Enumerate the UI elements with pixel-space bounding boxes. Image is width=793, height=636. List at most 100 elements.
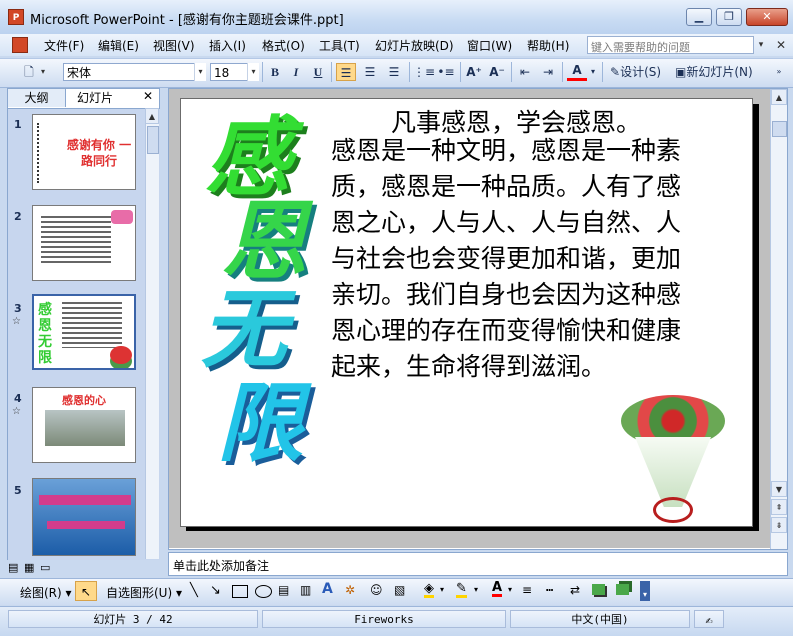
help-dropdown-button[interactable]: ▾: [755, 36, 767, 54]
shrink-font-button[interactable]: A⁻: [487, 63, 507, 81]
3d-style-icon[interactable]: [616, 584, 629, 595]
menu-file[interactable]: 文件(F): [44, 37, 84, 54]
underline-button[interactable]: U: [309, 63, 327, 81]
slide-thumbnail-1[interactable]: 感谢有你 一路同行: [32, 114, 136, 190]
close-pane-button[interactable]: ✕: [143, 89, 153, 103]
menu-insert[interactable]: 插入(I): [209, 37, 246, 54]
italic-button[interactable]: I: [287, 63, 305, 81]
menu-format[interactable]: 格式(O): [262, 37, 305, 54]
slide-thumbnail-3-selected[interactable]: 感恩无限: [32, 294, 136, 370]
oval-icon[interactable]: [255, 585, 272, 598]
menu-tools[interactable]: 工具(T): [319, 37, 360, 54]
font-size-field[interactable]: 18: [210, 63, 248, 81]
notes-pane[interactable]: 单击此处添加备注: [168, 552, 788, 576]
minimize-button[interactable]: ▁: [686, 8, 712, 26]
scroll-up-icon[interactable]: ▲: [771, 89, 787, 105]
spellcheck-icon[interactable]: ✍: [694, 610, 724, 628]
powerpoint-app-icon[interactable]: P: [8, 9, 24, 25]
slide-thumbnail-5[interactable]: [32, 478, 136, 556]
toolbar-separator: [460, 62, 461, 82]
vertical-title-char: 限: [217, 374, 303, 474]
new-document-icon[interactable]: 🗋: [20, 63, 38, 81]
next-slide-icon[interactable]: ⇟: [771, 517, 787, 533]
line-color-dropdown-icon[interactable]: ▾: [474, 585, 478, 594]
align-left-icon[interactable]: ☰: [336, 63, 356, 81]
draw-label: 绘图(R): [20, 586, 62, 600]
bold-button[interactable]: B: [266, 63, 284, 81]
toolbar-separator: [409, 62, 410, 82]
rectangle-icon[interactable]: [232, 585, 248, 598]
diagram-icon[interactable]: ✲: [345, 583, 355, 597]
tab-outline[interactable]: 大纲: [8, 89, 66, 107]
design-button[interactable]: ✎设计(S): [610, 63, 668, 81]
thumbnail-title: 感恩的心: [62, 394, 106, 407]
font-size-dropdown-icon[interactable]: ▾: [247, 63, 259, 81]
fill-color-dropdown-icon[interactable]: ▾: [440, 585, 444, 594]
slide-thumbnail-4[interactable]: 感恩的心: [32, 387, 136, 463]
slideshow-icon[interactable]: ▭: [40, 561, 50, 574]
previous-slide-icon[interactable]: ⇞: [771, 499, 787, 515]
line-style-icon[interactable]: ≡: [522, 583, 532, 597]
slide-thumbnail-2[interactable]: [32, 205, 136, 281]
tab-slides[interactable]: 幻灯片: [66, 89, 124, 107]
menu-window[interactable]: 窗口(W): [467, 37, 512, 54]
normal-view-icon[interactable]: ▤: [8, 561, 18, 574]
toolbar-options-icon[interactable]: ▾: [640, 581, 650, 601]
menu-slideshow[interactable]: 幻灯片放映(D): [375, 37, 454, 54]
font-name-dropdown-icon[interactable]: ▾: [194, 63, 206, 81]
font-color-dropdown-icon[interactable]: ▾: [588, 63, 598, 81]
arrow-icon[interactable]: ↘: [210, 583, 221, 598]
draw-font-color-icon[interactable]: A: [492, 581, 503, 597]
draw-menu-button[interactable]: 绘图(R) ▾: [20, 584, 72, 601]
vertical-textbox-icon[interactable]: ▥: [300, 583, 311, 597]
menu-help[interactable]: 帮助(H): [527, 37, 569, 54]
new-dropdown-icon[interactable]: ▾: [38, 63, 48, 81]
restore-button[interactable]: ❐: [716, 8, 742, 26]
menu-view[interactable]: 视图(V): [153, 37, 195, 54]
toolbar-options-icon[interactable]: »: [773, 63, 785, 81]
dash-style-icon[interactable]: ┅: [546, 583, 553, 597]
toolbar-grip[interactable]: [10, 63, 14, 81]
scroll-thumb[interactable]: [772, 121, 787, 137]
line-icon[interactable]: ╲: [190, 583, 198, 598]
font-color-button[interactable]: A: [567, 63, 587, 81]
align-center-icon[interactable]: ☰: [360, 63, 380, 81]
scroll-up-icon[interactable]: ▲: [145, 108, 159, 124]
vertical-title-char: 无: [201, 280, 287, 380]
current-slide[interactable]: 感 恩 无 限 凡事感恩，学会感恩。 感恩是一种文明，感恩是一种素质，感恩是一种…: [180, 98, 753, 527]
new-slide-button[interactable]: ▣新幻灯片(N): [675, 63, 767, 81]
align-right-icon[interactable]: ☰: [384, 63, 404, 81]
scroll-down-icon[interactable]: ▼: [771, 481, 787, 497]
menu-edit[interactable]: 编辑(E): [98, 37, 139, 54]
slide-body-text[interactable]: 感恩是一种文明，感恩是一种素质，感恩是一种品质。人有了感恩之心，人与人、人与自然…: [331, 133, 681, 385]
fill-color-icon[interactable]: ◈: [424, 582, 434, 598]
close-window-button[interactable]: ✕: [746, 8, 788, 26]
scroll-thumb[interactable]: [147, 126, 159, 154]
help-search-input[interactable]: 键入需要帮助的问题: [587, 36, 754, 54]
animation-star-icon: ☆: [12, 406, 21, 417]
line-color-icon[interactable]: ✎: [456, 582, 467, 598]
close-document-button[interactable]: ✕: [776, 38, 786, 52]
autoshapes-button[interactable]: 自选图形(U) ▾: [106, 584, 182, 601]
window-title: Microsoft PowerPoint - [感谢有你主题班会课件.ppt]: [30, 13, 344, 28]
shadow-style-icon[interactable]: [592, 584, 605, 595]
slide-vertical-scrollbar[interactable]: ▲ ▼ ⇞ ⇟: [770, 89, 787, 549]
vertical-title[interactable]: 感 恩 无 限: [193, 115, 307, 475]
font-name-field[interactable]: 宋体: [63, 63, 195, 81]
thumbnail-scrollbar[interactable]: ▲: [145, 108, 159, 559]
document-icon[interactable]: [12, 37, 28, 53]
numbering-icon[interactable]: ⋮≡: [413, 63, 435, 81]
wordart-icon[interactable]: A: [322, 581, 333, 597]
bullets-icon[interactable]: •≡: [436, 63, 456, 81]
clipart-icon[interactable]: ☺: [370, 583, 383, 597]
select-arrow-icon[interactable]: ↖: [75, 581, 97, 601]
draw-font-color-dropdown-icon[interactable]: ▾: [508, 585, 512, 594]
increase-indent-icon[interactable]: ⇥: [538, 63, 558, 81]
flower-bouquet-image[interactable]: [613, 375, 733, 526]
grow-font-button[interactable]: A⁺: [464, 63, 484, 81]
picture-icon[interactable]: ▧: [394, 583, 405, 597]
slide-sorter-icon[interactable]: ▦: [24, 561, 34, 574]
textbox-icon[interactable]: ▤: [278, 583, 289, 597]
decrease-indent-icon[interactable]: ⇤: [515, 63, 535, 81]
arrow-style-icon[interactable]: ⇄: [570, 583, 580, 597]
